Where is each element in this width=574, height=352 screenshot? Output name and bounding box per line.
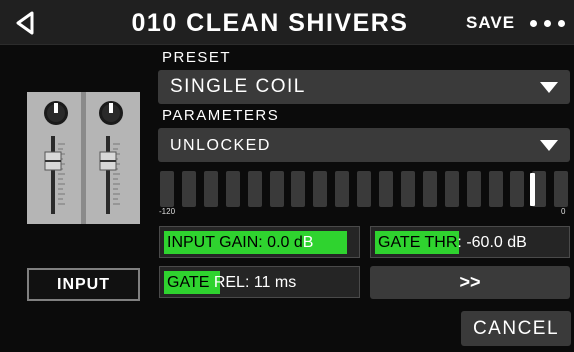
dropdown-arrow-icon xyxy=(540,140,558,151)
preset-dropdown[interactable]: SINGLE COIL xyxy=(158,70,570,104)
meter-segment xyxy=(401,171,415,207)
gate-rel-param[interactable]: GATE REL: 11 ms xyxy=(159,266,360,298)
meter-segment xyxy=(204,171,218,207)
meter-marker[interactable] xyxy=(530,173,535,206)
cancel-button[interactable]: CANCEL xyxy=(461,311,571,346)
ellipsis-icon[interactable] xyxy=(529,12,569,34)
input-button[interactable]: INPUT xyxy=(27,268,140,301)
dual-fader-icon xyxy=(27,92,140,224)
input-gain-text: INPUT GAIN: 0.0 dB xyxy=(167,234,314,251)
parameters-value: UNLOCKED xyxy=(170,137,271,154)
meter-segment xyxy=(160,171,174,207)
preset-value: SINGLE COIL xyxy=(170,76,306,97)
input-gain-param[interactable]: INPUT GAIN: 0.0 dB xyxy=(159,226,360,258)
meter-segment xyxy=(554,171,568,207)
meter-max-label: 0 xyxy=(561,207,566,216)
meter-segment xyxy=(445,171,459,207)
meter-segment xyxy=(313,171,327,207)
meter-segment xyxy=(379,171,393,207)
meter-segment xyxy=(489,171,503,207)
parameters-dropdown[interactable]: UNLOCKED xyxy=(158,128,570,162)
meter-min-label: -120 xyxy=(159,207,176,216)
meter-segment xyxy=(226,171,240,207)
meter-segment xyxy=(182,171,196,207)
level-meter: -120 0 xyxy=(158,171,570,216)
meter-segment xyxy=(270,171,284,207)
next-page-button[interactable]: >> xyxy=(370,266,570,299)
gate-thr-param[interactable]: GATE THR: -60.0 dB xyxy=(370,226,570,258)
preset-label: PRESET xyxy=(162,49,232,66)
back-triangle-icon[interactable] xyxy=(10,8,40,38)
gate-thr-text: GATE THR: -60.0 dB xyxy=(378,234,527,251)
meter-segment xyxy=(510,171,524,207)
dropdown-arrow-icon xyxy=(540,82,558,93)
gate-rel-text: GATE REL: 11 ms xyxy=(167,274,297,291)
save-button[interactable]: SAVE xyxy=(466,13,515,33)
meter-segment xyxy=(335,171,349,207)
meter-segment xyxy=(423,171,437,207)
meter-segment xyxy=(248,171,262,207)
meter-segment xyxy=(467,171,481,207)
meter-segment xyxy=(291,171,305,207)
top-bar: 010 CLEAN SHIVERS SAVE xyxy=(0,0,574,45)
parameters-label: PARAMETERS xyxy=(162,107,280,124)
preset-title: 010 CLEAN SHIVERS xyxy=(131,9,409,37)
meter-segment xyxy=(357,171,371,207)
